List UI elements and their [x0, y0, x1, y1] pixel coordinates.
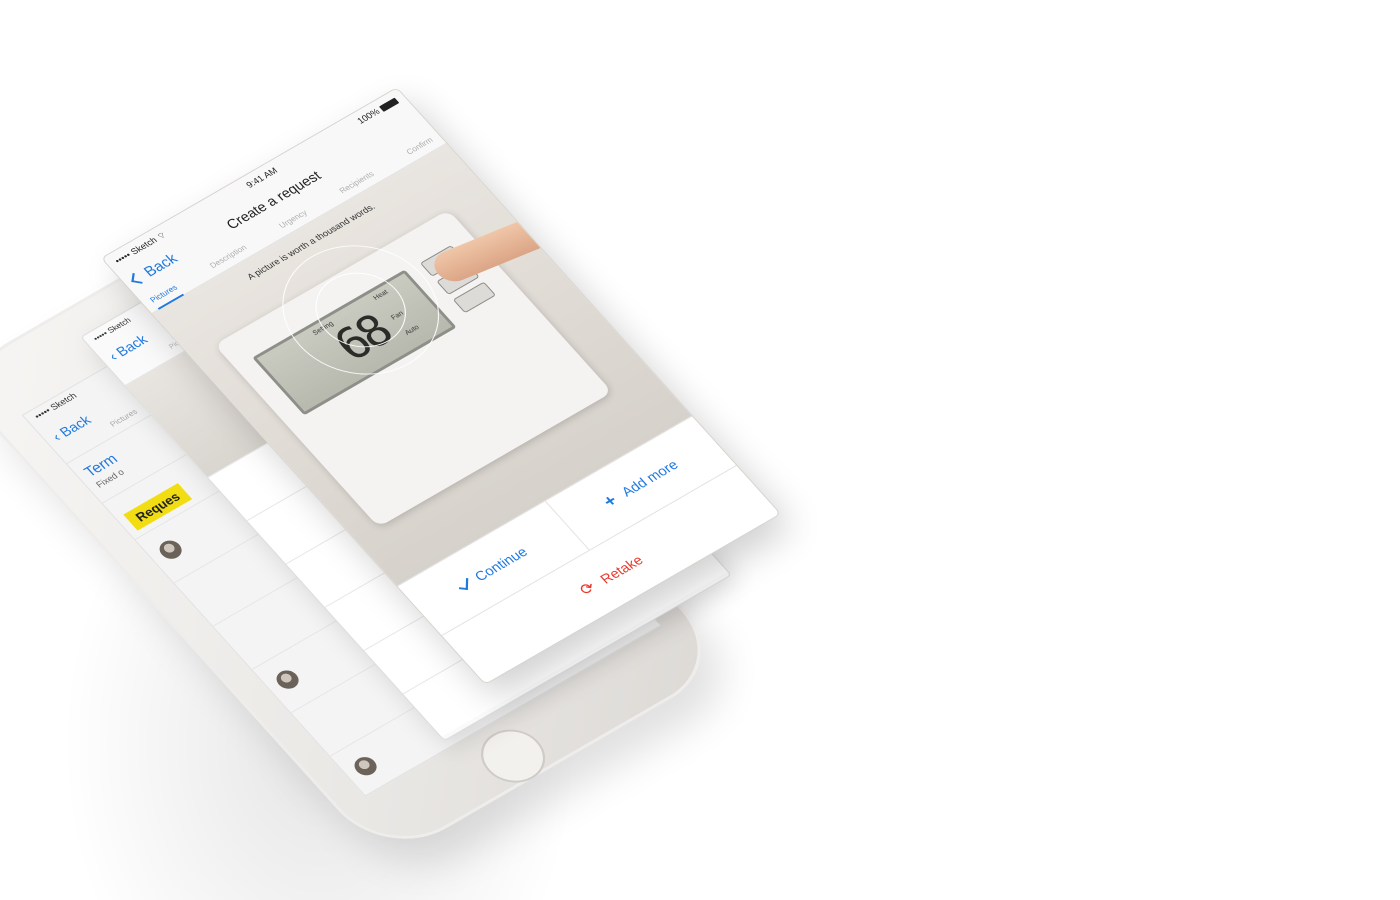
plus-icon: +: [598, 490, 622, 512]
retake-icon: ⟳: [576, 579, 600, 599]
chevron-left-icon: [131, 272, 144, 284]
battery-icon: [379, 97, 400, 113]
avatar: [350, 753, 382, 779]
finger-image: [427, 211, 561, 287]
product-showcase: ••••• Sketch ‹ Back Pictures Term Fixed …: [0, 0, 1400, 900]
retake-label: Retake: [596, 552, 647, 587]
wifi-icon: ⌔: [154, 229, 169, 242]
avatar: [155, 537, 187, 563]
continue-label: Continue: [471, 543, 531, 585]
avatar: [272, 666, 304, 693]
check-icon: [458, 577, 468, 590]
add-more-label: Add more: [617, 456, 682, 500]
